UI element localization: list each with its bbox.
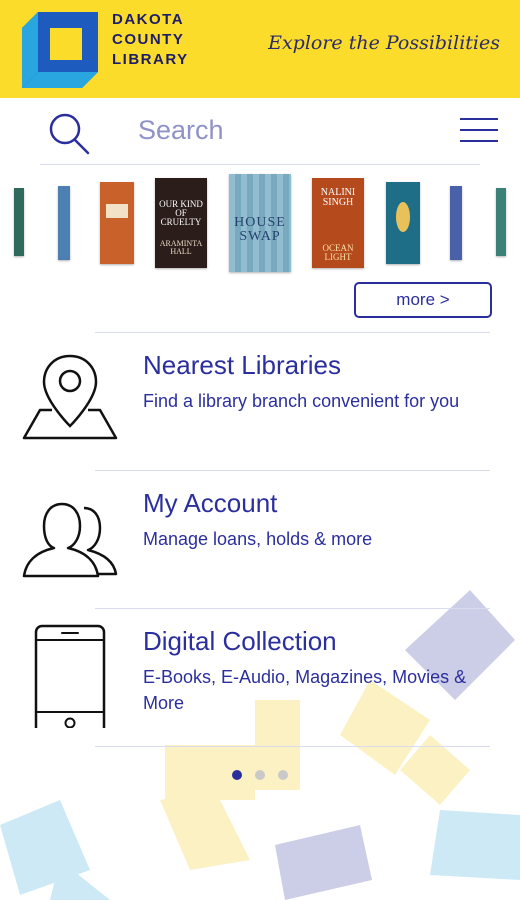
book-cover[interactable]: OUR KIND OF CRUELTY ARAMINTA HALL bbox=[155, 178, 207, 268]
divider bbox=[40, 164, 480, 165]
item-title: Nearest Libraries bbox=[143, 350, 341, 380]
nearest-libraries-item[interactable]: Nearest Libraries Find a library branch … bbox=[0, 340, 520, 460]
page-indicator bbox=[230, 770, 290, 782]
book-author: NALINI SINGH bbox=[320, 187, 356, 208]
library-logo-icon bbox=[22, 12, 98, 88]
search-bar bbox=[0, 98, 520, 162]
book-cover[interactable] bbox=[450, 186, 462, 260]
book-cover[interactable] bbox=[496, 188, 506, 256]
item-subtitle: E-Books, E-Audio, Magazines, Movies & Mo… bbox=[143, 667, 467, 713]
book-cover[interactable] bbox=[100, 182, 134, 264]
book-author: ARAMINTA HALL bbox=[159, 239, 203, 256]
page-dot[interactable] bbox=[278, 770, 288, 780]
page-dot-active[interactable] bbox=[232, 770, 242, 780]
book-cover[interactable]: NALINI SINGH OCEAN LIGHT bbox=[312, 178, 364, 268]
book-carousel[interactable]: OUR KIND OF CRUELTY ARAMINTA HALL HOUSE … bbox=[0, 168, 520, 278]
item-subtitle: Find a library branch convenient for you bbox=[143, 391, 460, 411]
divider bbox=[95, 470, 490, 471]
book-title: OCEAN LIGHT bbox=[322, 243, 354, 262]
logo-line-3: LIBRARY bbox=[112, 51, 189, 68]
divider bbox=[95, 608, 490, 609]
users-icon bbox=[22, 502, 118, 578]
book-cover[interactable] bbox=[58, 186, 70, 260]
book-title: OUR KIND OF CRUELTY bbox=[159, 199, 203, 227]
divider bbox=[95, 332, 490, 333]
divider bbox=[95, 746, 490, 747]
item-title: Digital Collection bbox=[143, 626, 337, 656]
more-books-button[interactable]: more > bbox=[354, 282, 492, 318]
tagline: Explore the Possibilities bbox=[268, 32, 500, 54]
digital-collection-item[interactable]: Digital Collection E-Books, E-Audio, Mag… bbox=[0, 616, 520, 736]
phone-icon bbox=[34, 624, 106, 728]
book-cover[interactable]: HOUSE SWAP bbox=[229, 174, 291, 272]
logo-line-2: COUNTY bbox=[112, 31, 185, 48]
library-name: DAKOTA COUNTY LIBRARY bbox=[112, 10, 189, 70]
book-cover[interactable] bbox=[14, 188, 24, 256]
book-cover[interactable] bbox=[386, 182, 420, 264]
hamburger-menu-icon[interactable] bbox=[460, 118, 498, 142]
book-title: HOUSE SWAP bbox=[234, 215, 286, 244]
map-pin-icon bbox=[22, 354, 118, 440]
logo-line-1: DAKOTA bbox=[112, 11, 185, 28]
app-header: DAKOTA COUNTY LIBRARY Explore the Possib… bbox=[0, 0, 520, 98]
item-subtitle: Manage loans, holds & more bbox=[143, 529, 373, 549]
search-input[interactable] bbox=[138, 108, 438, 152]
my-account-item[interactable]: My Account Manage loans, holds & more bbox=[0, 478, 520, 598]
item-title: My Account bbox=[143, 488, 278, 518]
page-dot[interactable] bbox=[255, 770, 265, 780]
search-icon[interactable] bbox=[46, 110, 92, 156]
